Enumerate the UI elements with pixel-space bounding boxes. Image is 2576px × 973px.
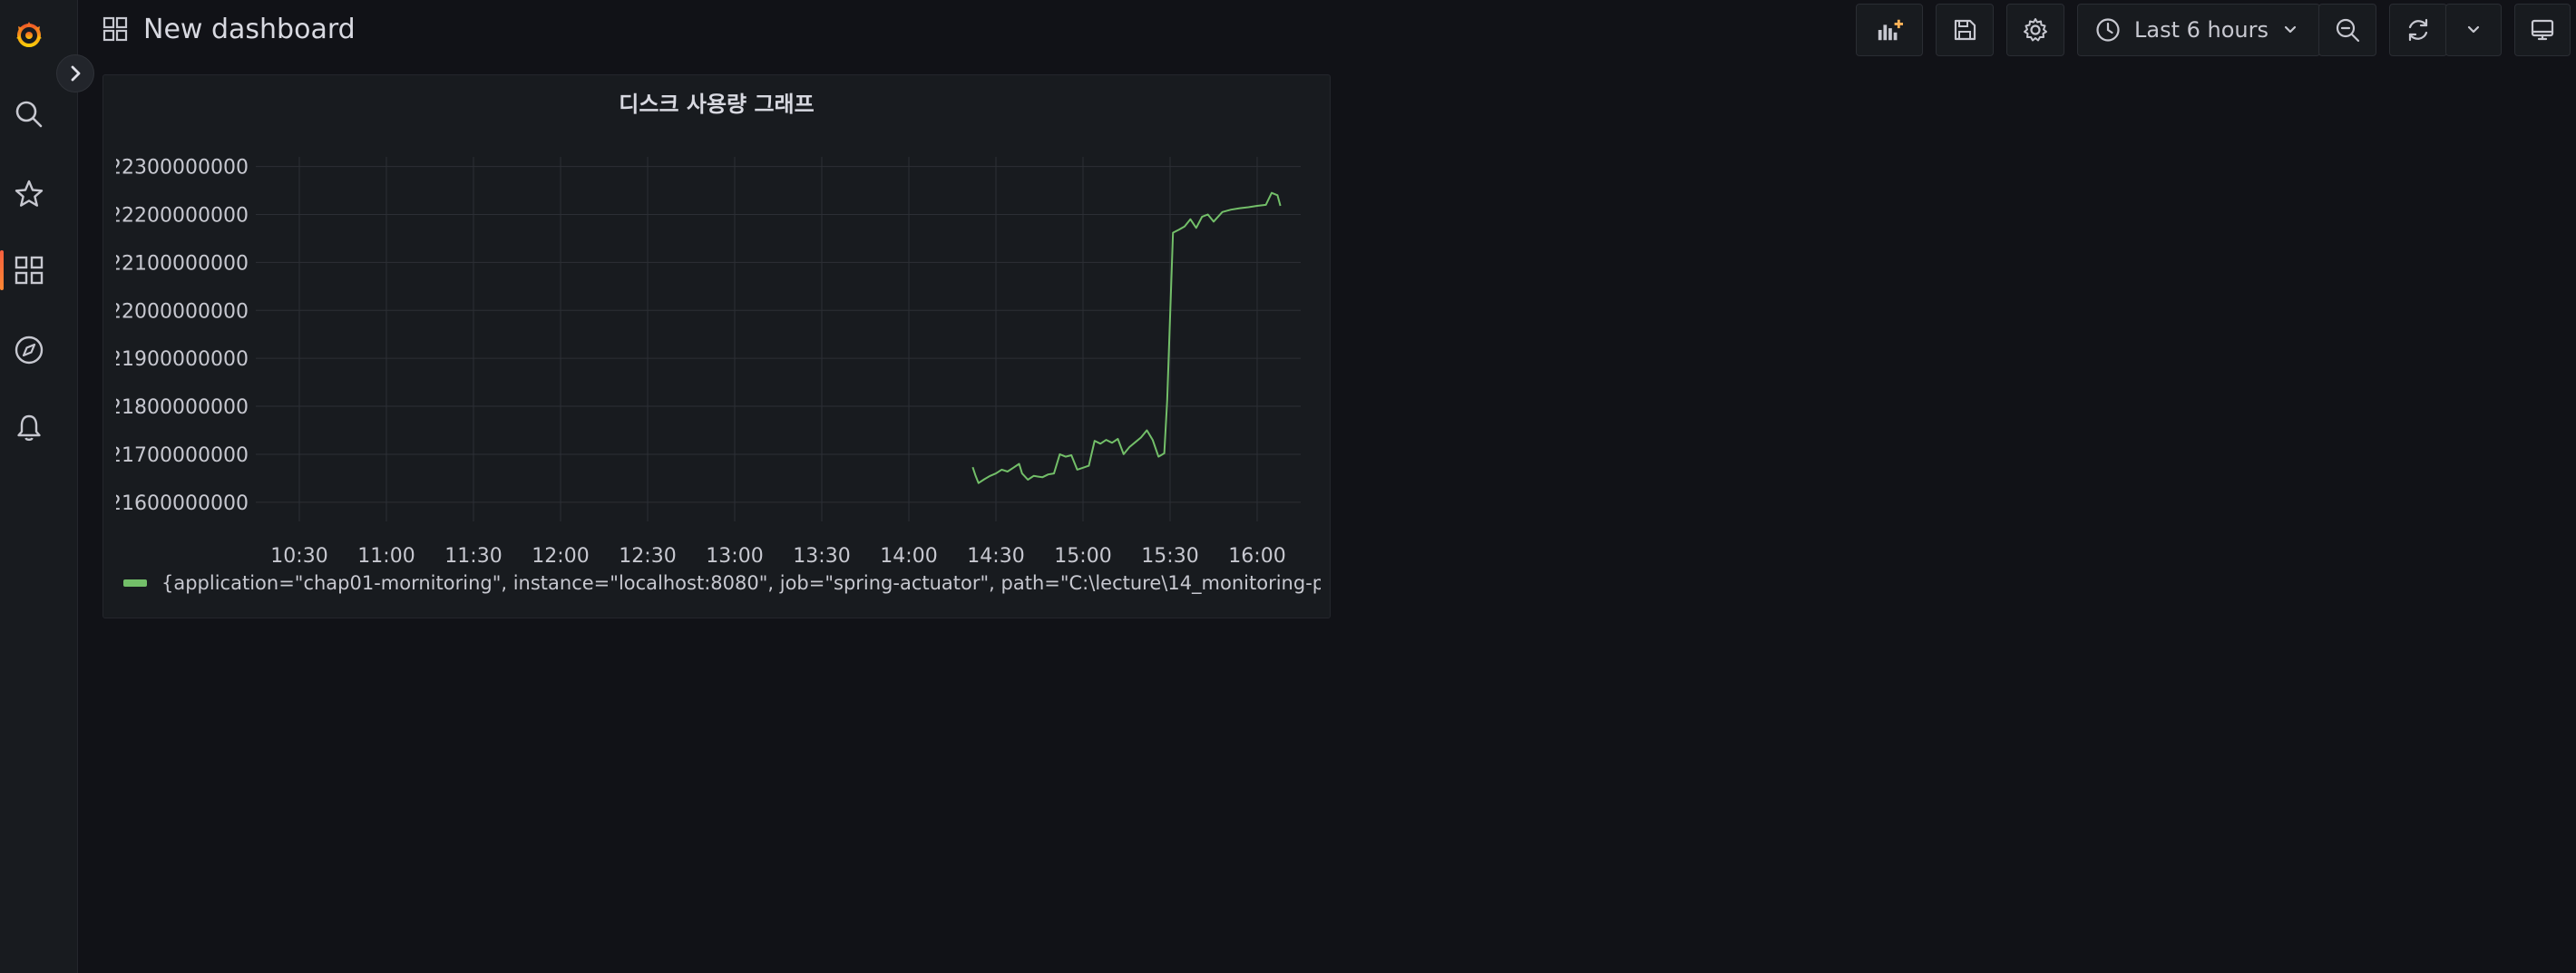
- dashboard-header: New dashboard: [102, 11, 356, 47]
- x-tick-label: 11:00: [357, 545, 415, 565]
- active-item-indicator: [0, 250, 4, 290]
- chevron-down-icon: [2467, 25, 2480, 34]
- y-tick-label: 322100000000: [103, 252, 249, 275]
- monitor-icon: [2531, 19, 2554, 41]
- save-icon: [1954, 19, 1976, 41]
- x-tick-label: 12:30: [619, 545, 676, 565]
- x-tick-label: 14:30: [967, 545, 1024, 565]
- bell-icon[interactable]: [11, 410, 47, 446]
- series-line[interactable]: [971, 191, 1282, 484]
- x-tick-label: 15:00: [1054, 545, 1111, 565]
- refresh-interval-dropdown[interactable]: [2445, 4, 2502, 56]
- expand-sidebar-button[interactable]: [56, 54, 94, 92]
- y-tick-label: 322200000000: [103, 204, 249, 227]
- x-tick-label: 13:30: [793, 545, 850, 565]
- side-menu: [0, 0, 78, 973]
- x-tick-label: 16:00: [1228, 545, 1285, 565]
- zoom-out-icon: [2336, 18, 2360, 43]
- time-range-label: Last 6 hours: [2134, 17, 2269, 43]
- y-tick-label: 321700000000: [103, 444, 249, 467]
- x-tick-label: 11:30: [444, 545, 502, 565]
- add-panel-icon: [1878, 19, 1903, 41]
- dashboard-title[interactable]: New dashboard: [143, 14, 356, 45]
- time-range-picker[interactable]: Last 6 hours: [2077, 4, 2320, 56]
- compass-icon[interactable]: [11, 332, 47, 368]
- dashboard-settings-button[interactable]: [2006, 4, 2064, 56]
- grafana-logo-icon[interactable]: [11, 16, 47, 53]
- x-tick-label: 13:00: [706, 545, 763, 565]
- add-panel-button[interactable]: [1856, 4, 1923, 56]
- search-icon[interactable]: [11, 96, 47, 132]
- x-tick-label: 10:30: [270, 545, 327, 565]
- star-icon[interactable]: [11, 176, 47, 212]
- y-tick-label: 321800000000: [103, 396, 249, 419]
- zoom-out-button[interactable]: [2318, 4, 2376, 56]
- chevron-down-icon: [2284, 25, 2297, 34]
- legend-series-label[interactable]: {application="chap01-mornitoring", insta…: [161, 572, 1321, 594]
- y-tick-label: 321600000000: [103, 492, 249, 515]
- x-tick-label: 12:00: [532, 545, 589, 565]
- chevron-right-icon: [71, 65, 81, 82]
- refresh-button[interactable]: [2389, 4, 2447, 56]
- gear-icon: [2024, 18, 2047, 42]
- legend-swatch[interactable]: [123, 579, 147, 587]
- dashboard-grid-icon: [102, 16, 128, 42]
- y-tick-label: 322000000000: [103, 300, 249, 323]
- line-chart: 322300000000 322200000000 322100000000 3220…: [103, 157, 1301, 565]
- refresh-icon: [2408, 18, 2428, 42]
- graph-panel[interactable]: 디스크 사용량 그래프 322300000000 322200000000 3221…: [102, 74, 1331, 618]
- chart-legend: {application="chap01-mornitoring", insta…: [123, 572, 1321, 594]
- tv-mode-button[interactable]: [2514, 4, 2571, 56]
- clock-icon: [2096, 18, 2120, 42]
- save-dashboard-button[interactable]: [1936, 4, 1994, 56]
- x-tick-label: 14:00: [880, 545, 937, 565]
- y-tick-label: 321900000000: [103, 348, 249, 371]
- dashboards-icon[interactable]: [11, 252, 47, 288]
- x-tick-label: 15:30: [1141, 545, 1198, 565]
- y-tick-label: 322300000000: [103, 157, 249, 180]
